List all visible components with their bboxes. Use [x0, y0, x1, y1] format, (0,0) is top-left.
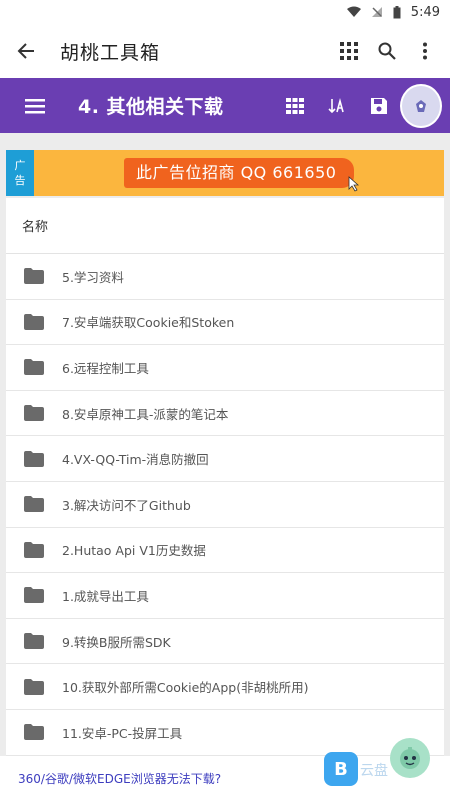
list-item-label: 8.安卓原神工具-派蒙的笔记本: [62, 406, 229, 422]
list-item-label: 9.转换B服所需SDK: [62, 634, 171, 650]
menu-icon[interactable]: [0, 78, 70, 133]
list-item[interactable]: 4.VX-QQ-Tim-消息防撤回: [6, 436, 444, 482]
site-logo-icon[interactable]: [400, 83, 442, 128]
save-icon[interactable]: [358, 84, 400, 128]
list-item-label: 3.解决访问不了Github: [62, 497, 191, 513]
folder-icon: [6, 268, 62, 285]
list-item[interactable]: 10.获取外部所需Cookie的App(非胡桃所用): [6, 664, 444, 710]
app-title: 胡桃工具箱: [60, 41, 161, 64]
folder-icon: [6, 724, 62, 741]
ad-banner[interactable]: 广 告 此广告位招商 QQ 661650: [6, 150, 444, 196]
folder-icon: [6, 405, 62, 422]
list-item-label: 10.获取外部所需Cookie的App(非胡桃所用): [62, 680, 309, 696]
grid-view-icon[interactable]: [274, 84, 316, 128]
list-item-label: 7.安卓端获取Cookie和Stoken: [62, 315, 235, 331]
ad-tag: 广 告: [6, 150, 34, 196]
wifi-icon: [346, 6, 361, 18]
folder-icon: [6, 313, 62, 330]
list-item[interactable]: 5.学习资料: [6, 254, 444, 300]
cloud-drive-badge-icon[interactable]: B: [324, 752, 358, 786]
folder-icon: [6, 450, 62, 467]
cloud-drive-badge-text: 云盘: [360, 763, 388, 779]
list-item-label: 5.学习资料: [62, 269, 124, 285]
list-item-label: 6.远程控制工具: [62, 360, 149, 376]
folder-icon: [6, 678, 62, 695]
folder-icon: [6, 541, 62, 558]
list-item[interactable]: 2.Hutao Api V1历史数据: [6, 528, 444, 574]
status-bar: 5:49: [0, 0, 450, 24]
ad-text[interactable]: 此广告位招商 QQ 661650: [124, 158, 360, 192]
search-icon[interactable]: [368, 29, 406, 73]
grid-icon[interactable]: [330, 29, 368, 73]
list-item[interactable]: 1.成就导出工具: [6, 573, 444, 619]
list-item-label: 4.VX-QQ-Tim-消息防撤回: [62, 452, 209, 468]
no-signal-icon: [371, 6, 383, 18]
list-item[interactable]: 11.安卓-PC-投屏工具: [6, 710, 444, 756]
list-item-label: 11.安卓-PC-投屏工具: [62, 725, 183, 741]
folder-icon: [6, 587, 62, 604]
app-bar-actions: [330, 29, 450, 73]
chat-bot-icon[interactable]: [390, 738, 430, 778]
back-arrow-icon[interactable]: [0, 24, 52, 78]
list-item[interactable]: 8.安卓原神工具-派蒙的笔记本: [6, 391, 444, 437]
site-toolbar-actions: [274, 83, 450, 128]
app-bar: 胡桃工具箱: [0, 24, 450, 78]
list-item[interactable]: 9.转换B服所需SDK: [6, 619, 444, 665]
folder-title: 4. 其他相关下载: [78, 96, 224, 118]
folder-icon: [6, 496, 62, 513]
list-item[interactable]: 3.解决访问不了Github: [6, 482, 444, 528]
more-vert-icon[interactable]: [406, 29, 444, 73]
column-header-name[interactable]: 名称: [6, 198, 444, 254]
list-item[interactable]: 6.远程控制工具: [6, 345, 444, 391]
site-toolbar: 4. 其他相关下载: [0, 78, 450, 133]
sort-icon[interactable]: [316, 84, 358, 128]
list-item-label: 2.Hutao Api V1历史数据: [62, 543, 206, 559]
list-item-label: 1.成就导出工具: [62, 588, 149, 604]
list-item[interactable]: 7.安卓端获取Cookie和Stoken: [6, 300, 444, 346]
folder-icon: [6, 359, 62, 376]
status-time: 5:49: [410, 4, 440, 20]
folder-icon: [6, 633, 62, 650]
battery-icon: [393, 5, 401, 19]
file-list: 名称 5.学习资料 7.安卓端获取Cookie和Stoken 6.远程控制工具 …: [6, 198, 444, 756]
